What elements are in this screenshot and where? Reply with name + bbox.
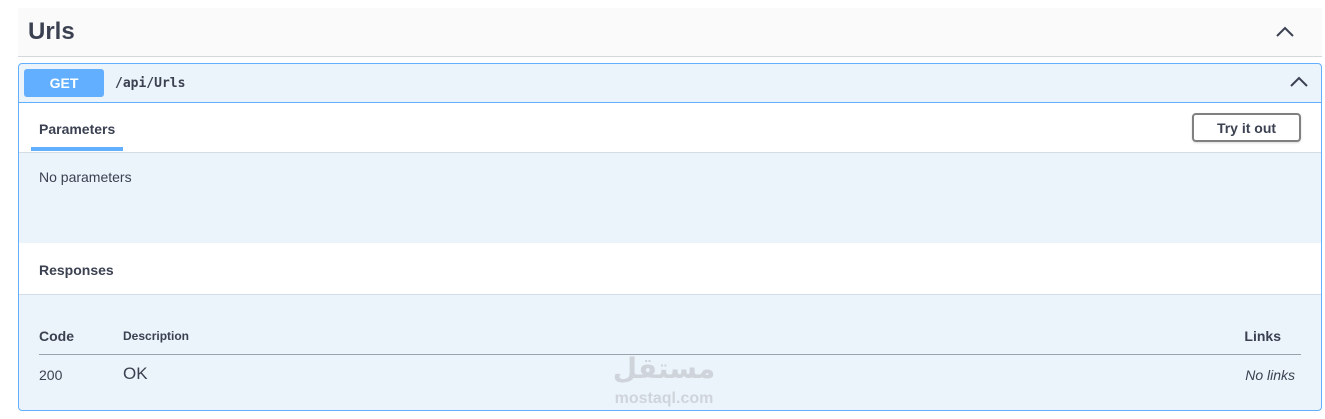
operation-summary[interactable]: GET /api/Urls (19, 64, 1321, 103)
tab-parameters[interactable]: Parameters (31, 103, 123, 151)
tag-title: Urls (28, 18, 75, 45)
column-header-description: Description (123, 329, 190, 343)
no-parameters-text: No parameters (39, 169, 132, 185)
table-divider (39, 354, 1301, 355)
operation-path: /api/Urls (115, 76, 186, 91)
response-description: OK (123, 364, 148, 383)
operation-block: GET /api/Urls Parameters Try it out No p… (18, 63, 1322, 411)
parameters-header: Parameters Try it out (19, 103, 1321, 153)
try-it-out-button[interactable]: Try it out (1192, 113, 1301, 142)
responses-header: Responses (19, 243, 1321, 295)
http-method-badge: GET (24, 69, 104, 97)
column-header-code: Code (39, 328, 74, 344)
tag-section-header[interactable]: Urls (18, 8, 1322, 57)
response-links: No links (1245, 367, 1295, 383)
responses-title: Responses (39, 262, 114, 278)
chevron-up-icon[interactable] (1289, 74, 1309, 90)
column-header-links: Links (1244, 328, 1281, 344)
chevron-up-icon[interactable] (1274, 23, 1296, 41)
response-code: 200 (39, 367, 63, 383)
